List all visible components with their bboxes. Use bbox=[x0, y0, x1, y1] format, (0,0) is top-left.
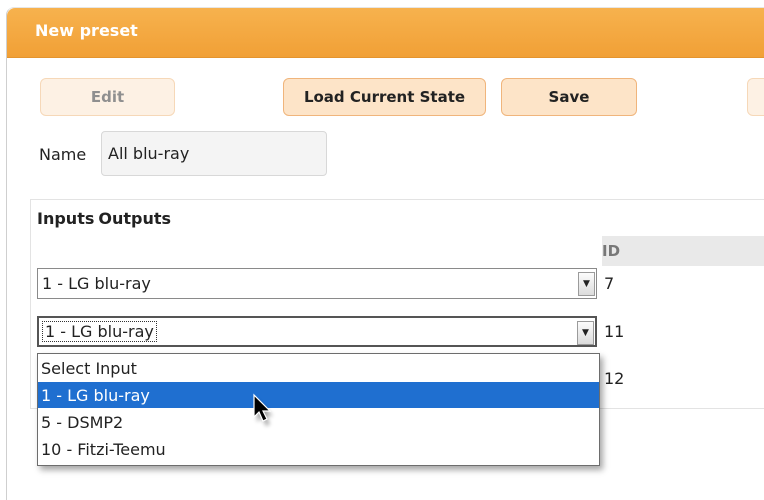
dialog-titlebar: New preset bbox=[7, 8, 764, 58]
name-input[interactable]: All blu-ray bbox=[101, 131, 327, 176]
dropdown-option[interactable]: 10 - Fitzi-Teemu bbox=[38, 436, 599, 462]
tab-inputs[interactable]: Inputs bbox=[37, 209, 94, 228]
name-label: Name bbox=[39, 145, 87, 164]
id-header-label: ID bbox=[602, 242, 621, 260]
input-select-value: 1 - LG blu-ray bbox=[42, 321, 157, 342]
tab-outputs[interactable]: Outputs bbox=[98, 209, 171, 228]
save-button[interactable]: Save bbox=[501, 78, 637, 116]
id-column-header: ID bbox=[602, 236, 764, 266]
input-select-value: 1 - LG blu-ray bbox=[42, 274, 151, 293]
chevron-down-icon[interactable]: ▼ bbox=[578, 272, 595, 296]
id-cell: 7 bbox=[604, 274, 615, 293]
dropdown-option[interactable]: 5 - DSMP2 bbox=[38, 409, 599, 435]
dropdown-option[interactable]: Select Input bbox=[38, 355, 599, 381]
mouse-cursor-icon bbox=[253, 393, 273, 426]
chevron-down-icon[interactable]: ▼ bbox=[577, 321, 594, 345]
dropdown-option-highlighted[interactable]: 1 - LG blu-ray bbox=[38, 382, 599, 408]
panel-tabs: Inputs Outputs bbox=[37, 209, 175, 228]
input-select-row-1[interactable]: 1 - LG blu-ray ▼ bbox=[37, 268, 597, 299]
edit-button[interactable]: Edit bbox=[40, 78, 175, 116]
toolbar-button-partial[interactable] bbox=[747, 78, 764, 116]
id-cell: 11 bbox=[604, 322, 625, 341]
input-select-row-2[interactable]: 1 - LG blu-ray ▼ bbox=[37, 316, 597, 347]
input-dropdown-list: Select Input 1 - LG blu-ray 5 - DSMP2 10… bbox=[37, 353, 600, 466]
dialog-title: New preset bbox=[35, 21, 138, 40]
id-cell: 12 bbox=[604, 369, 625, 388]
load-current-state-button[interactable]: Load Current State bbox=[283, 78, 486, 116]
